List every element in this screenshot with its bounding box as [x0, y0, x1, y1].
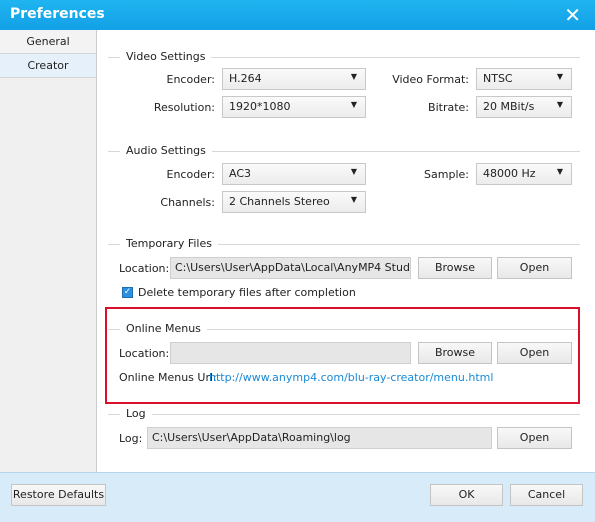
sidebar: General Creator [0, 30, 97, 472]
sidebar-item-general[interactable]: General [0, 30, 96, 54]
chevron-down-icon: ▼ [556, 167, 563, 176]
video-settings-title: Video Settings [120, 50, 212, 63]
sample-value: 48000 Hz [483, 167, 536, 180]
sample-label: Sample: [424, 168, 469, 181]
audio-encoder-label: Encoder: [166, 168, 216, 181]
online-menus-title: Online Menus [120, 322, 207, 335]
log-open-button[interactable]: Open [497, 427, 572, 449]
audio-encoder-value: AC3 [229, 167, 252, 180]
resolution-dropdown[interactable]: 1920*1080 ▼ [222, 96, 366, 118]
resolution-value: 1920*1080 [229, 100, 291, 113]
delete-temp-label: Delete temporary files after completion [138, 286, 356, 299]
online-open-button[interactable]: Open [497, 342, 572, 364]
bitrate-dropdown[interactable]: 20 MBit/s ▼ [476, 96, 572, 118]
online-browse-button[interactable]: Browse [418, 342, 492, 364]
log-title: Log [120, 407, 152, 420]
video-encoder-dropdown[interactable]: H.264 ▼ [222, 68, 366, 90]
title-bar: Preferences ✕ [0, 0, 595, 30]
log-input[interactable]: C:\Users\User\AppData\Roaming\log [147, 427, 492, 449]
sample-dropdown[interactable]: 48000 Hz ▼ [476, 163, 572, 185]
channels-label: Channels: [160, 196, 215, 209]
delete-temp-checkbox[interactable]: ✓ [122, 287, 133, 298]
video-format-value: NTSC [483, 72, 513, 85]
video-format-dropdown[interactable]: NTSC ▼ [476, 68, 572, 90]
ok-button[interactable]: OK [430, 484, 503, 506]
online-url-link[interactable]: http://www.anymp4.com/blu-ray-creator/me… [209, 371, 493, 384]
restore-defaults-button[interactable]: Restore Defaults [11, 484, 106, 506]
temp-location-input[interactable]: C:\Users\User\AppData\Local\AnyMP4 Studi… [170, 257, 411, 279]
close-icon[interactable]: ✕ [564, 3, 581, 27]
channels-value: 2 Channels Stereo [229, 195, 330, 208]
cancel-button[interactable]: Cancel [510, 484, 583, 506]
chevron-down-icon: ▼ [350, 195, 357, 204]
temp-location-label: Location: [119, 262, 170, 275]
bitrate-label: Bitrate: [428, 101, 469, 114]
audio-encoder-dropdown[interactable]: AC3 ▼ [222, 163, 366, 185]
online-location-label: Location: [119, 347, 170, 360]
resolution-label: Resolution: [153, 101, 215, 114]
chevron-down-icon: ▼ [350, 167, 357, 176]
temp-open-button[interactable]: Open [497, 257, 572, 279]
sidebar-item-creator[interactable]: Creator [0, 54, 96, 78]
window-title: Preferences [10, 6, 105, 22]
channels-dropdown[interactable]: 2 Channels Stereo ▼ [222, 191, 366, 213]
temporary-files-title: Temporary Files [120, 237, 218, 250]
chevron-down-icon: ▼ [556, 100, 563, 109]
video-encoder-value: H.264 [229, 72, 262, 85]
chevron-down-icon: ▼ [350, 72, 357, 81]
chevron-down-icon: ▼ [350, 100, 357, 109]
online-url-label: Online Menus Url: [119, 371, 217, 384]
log-label: Log: [119, 432, 143, 445]
video-encoder-label: Encoder: [166, 73, 216, 86]
online-location-input[interactable] [170, 342, 411, 364]
chevron-down-icon: ▼ [556, 72, 563, 81]
video-format-label: Video Format: [392, 73, 469, 86]
temp-browse-button[interactable]: Browse [418, 257, 492, 279]
footer-bar: Restore Defaults OK Cancel [0, 472, 595, 522]
bitrate-value: 20 MBit/s [483, 100, 535, 113]
audio-settings-title: Audio Settings [120, 144, 212, 157]
